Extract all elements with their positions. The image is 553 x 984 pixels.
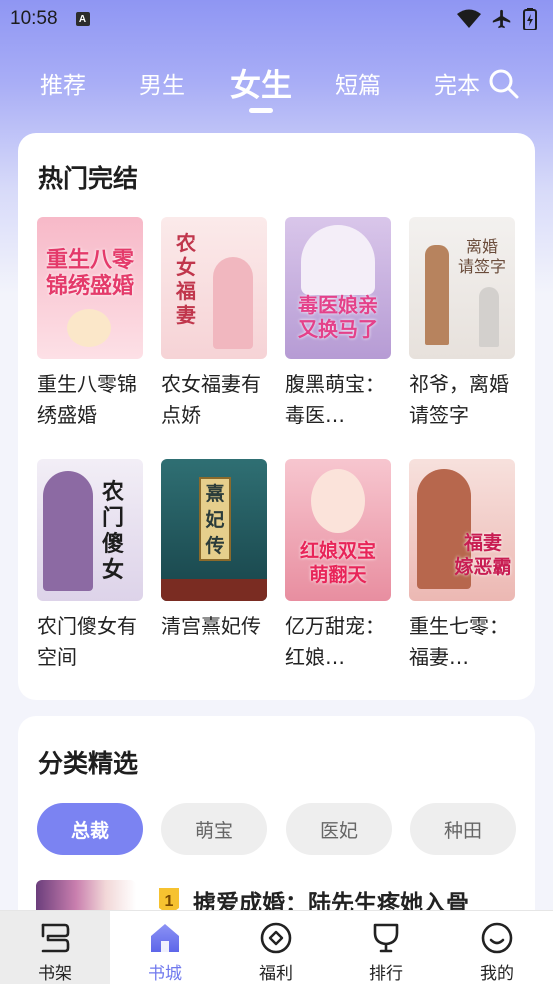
bottom-navigation: 书架 书城 福利 排行 我的 [0, 910, 553, 984]
nav-label: 排行 [369, 964, 403, 984]
book-item[interactable]: 毒医娘亲 又换马了 腹黑萌宝：毒医… [285, 217, 393, 431]
book-title: 农门傻女有空间 [37, 614, 137, 669]
bookshelf-icon [41, 923, 70, 953]
book-title: 重生八零锦绣盛婚 [37, 372, 137, 427]
category-tabs: 推荐 男生 女生 短篇 完本 [0, 56, 553, 116]
trophy-icon [373, 923, 399, 953]
airplane-icon [492, 9, 511, 29]
cover-title: 红娘双宝 萌翻天 [299, 540, 376, 586]
book-title: 亿万甜宠：红娘… [285, 614, 385, 669]
cover-illustration [43, 471, 93, 591]
nav-label: 书架 [38, 964, 72, 984]
chip-doctor-consort[interactable]: 医妃 [286, 803, 392, 855]
book-cover: 离婚 请签字 [409, 217, 515, 359]
cover-title: 熹妃传 [205, 483, 225, 557]
book-cover: 毒医娘亲 又换马了 [285, 217, 391, 359]
book-cover: 红娘双宝 萌翻天 [285, 459, 391, 601]
book-item[interactable]: 红娘双宝 萌翻天 亿万甜宠：红娘… [285, 459, 393, 673]
chip-cute-baby[interactable]: 萌宝 [161, 803, 267, 855]
nav-label: 我的 [480, 964, 514, 984]
book-cover: 熹妃传 [161, 459, 267, 601]
book-cover: 农门傻女 [37, 459, 143, 601]
cover-illustration [479, 287, 499, 347]
cover-illustration [161, 579, 267, 601]
book-cover: 农女福妻 [161, 217, 267, 359]
book-title: 祁爷，离婚请签字 [409, 372, 509, 427]
nav-welfare[interactable]: 福利 [221, 911, 331, 984]
book-cover: 重生八零 锦绣盛婚 [37, 217, 143, 359]
section-title: 热门完结 [38, 164, 139, 193]
status-bar: 10:58 A [0, 0, 553, 38]
tab-female[interactable]: 女生 [230, 60, 292, 105]
cover-title: 重生八零 锦绣盛婚 [45, 247, 134, 299]
book-cover: 福妻 嫁恶霸 [409, 459, 515, 601]
book-item[interactable]: 农女福妻 农女福妻有点娇 [161, 217, 269, 431]
book-item[interactable]: 熹妃传 清宫熹妃传 [161, 459, 269, 673]
chip-farming[interactable]: 种田 [410, 803, 516, 855]
hot-completed-section: 热门完结 重生八零 锦绣盛婚 重生八零锦绣盛婚 农女福妻 农女福妻有点娇 毒医娘亲… [18, 133, 535, 700]
book-title: 清宫熹妃传 [161, 614, 261, 638]
tab-recommend[interactable]: 推荐 [40, 66, 86, 100]
book-item[interactable]: 离婚 请签字 祁爷，离婚请签字 [409, 217, 517, 431]
cover-illustration [311, 469, 365, 533]
active-tab-indicator [249, 108, 273, 113]
cover-title: 农门傻女 [101, 479, 124, 583]
nav-label: 福利 [259, 964, 293, 984]
nav-label: 书城 [148, 964, 182, 984]
book-title: 重生七零：福妻… [409, 614, 509, 669]
book-title: 农女福妻有点娇 [161, 372, 261, 427]
smile-icon [481, 922, 513, 954]
chip-ceo[interactable]: 总裁 [37, 803, 143, 855]
cover-illustration [425, 245, 449, 345]
cover-title: 毒医娘亲 又换马了 [298, 293, 378, 341]
nav-ranking[interactable]: 排行 [331, 911, 441, 984]
cover-title: 福妻 嫁恶霸 [454, 532, 512, 578]
tab-male[interactable]: 男生 [139, 66, 185, 100]
status-icons [457, 8, 537, 30]
tab-completed[interactable]: 完本 [434, 66, 480, 100]
book-item[interactable]: 重生八零 锦绣盛婚 重生八零锦绣盛婚 [37, 217, 145, 431]
notification-icon: A [75, 12, 90, 26]
search-icon[interactable] [488, 68, 520, 100]
cover-illustration [301, 225, 375, 295]
section-title: 分类精选 [38, 749, 139, 778]
cover-illustration [213, 257, 253, 349]
cover-title: 农女福妻 [176, 231, 196, 327]
book-item[interactable]: 农门傻女 农门傻女有空间 [37, 459, 145, 673]
nav-bookstore[interactable]: 书城 [110, 911, 220, 984]
coin-icon [260, 922, 292, 954]
battery-icon [523, 8, 537, 30]
status-time: 10:58 [10, 8, 58, 29]
book-title: 腹黑萌宝：毒医… [285, 372, 385, 427]
tab-short[interactable]: 短篇 [335, 66, 381, 100]
book-item[interactable]: 福妻 嫁恶霸 重生七零：福妻… [409, 459, 517, 673]
nav-bookshelf[interactable]: 书架 [0, 911, 110, 984]
home-icon [151, 924, 179, 952]
wifi-icon [457, 9, 481, 28]
cover-title: 离婚 请签字 [457, 237, 506, 276]
nav-mine[interactable]: 我的 [442, 911, 552, 984]
rank-number: 1 [165, 893, 174, 910]
cover-illustration [67, 309, 111, 347]
